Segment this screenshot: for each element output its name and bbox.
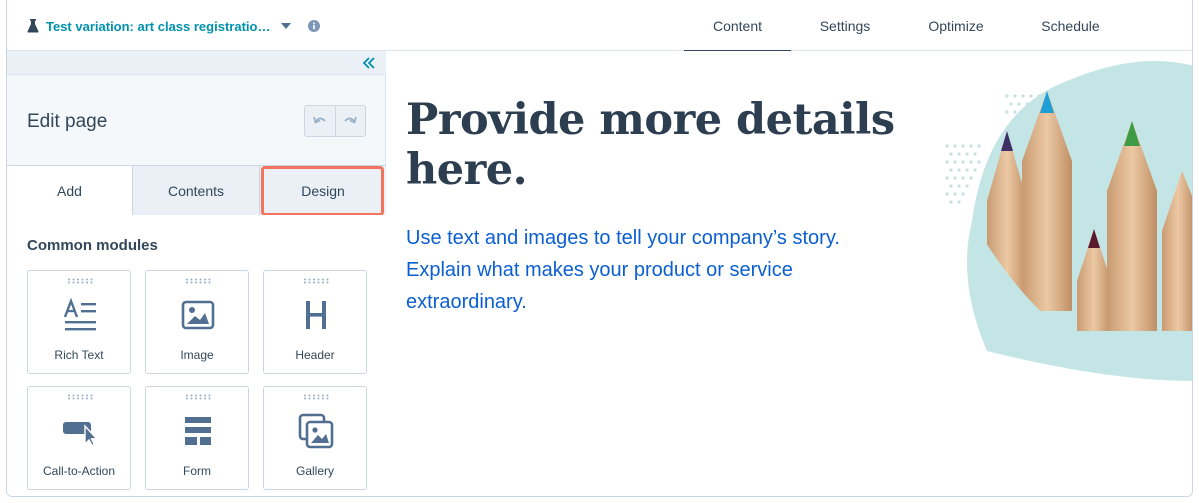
module-label: Call-to-Action [42, 464, 116, 478]
common-modules-title: Common modules [27, 237, 158, 254]
drag-handle-icon[interactable] [67, 394, 93, 400]
tab-design[interactable]: Design [260, 166, 386, 216]
preview-body-text[interactable]: Use text and images to tell your company… [406, 222, 906, 318]
tab-optimize-label: Optimize [928, 17, 984, 34]
module-rich-text[interactable]: Rich Text [27, 270, 131, 374]
tab-add-label: Add [57, 183, 82, 199]
tab-contents-label: Contents [167, 182, 225, 199]
editor-window: Test variation: art class registratio… C… [6, 0, 1193, 497]
module-header[interactable]: Header [263, 270, 367, 374]
collapse-sidebar-icon[interactable] [362, 56, 376, 70]
top-bar: Test variation: art class registratio… C… [7, 0, 1192, 52]
redo-button[interactable] [334, 106, 365, 136]
header-icon [306, 301, 326, 329]
tab-design-label: Design [301, 182, 345, 199]
edit-sidebar: Edit page Add Contents Design Common mod… [7, 51, 386, 496]
variation-title[interactable]: Test variation: art class registratio… [46, 19, 270, 34]
cta-icon [63, 422, 98, 446]
module-label: Form [183, 464, 211, 478]
tab-schedule[interactable]: Schedule [1013, 0, 1128, 51]
module-label: Gallery [295, 464, 334, 478]
drag-handle-icon[interactable] [185, 278, 211, 284]
tab-optimize[interactable]: Optimize [899, 0, 1013, 51]
rich-text-icon [63, 297, 96, 331]
colored-pencils-image[interactable] [927, 51, 1193, 497]
variation-selector[interactable]: Test variation: art class registratio… [27, 16, 321, 36]
module-gallery[interactable]: Gallery [263, 386, 367, 490]
module-label: Header [295, 348, 335, 362]
tab-content[interactable]: Content [684, 0, 791, 52]
module-image[interactable]: Image [145, 270, 249, 374]
drag-handle-icon[interactable] [185, 394, 211, 400]
sidebar-tabs: Add Contents Design [7, 165, 386, 216]
tab-settings[interactable]: Settings [791, 0, 899, 51]
undo-button[interactable] [305, 106, 335, 136]
modules-area: Common modules Rich Text Image Header Ca… [7, 215, 386, 496]
drag-handle-icon[interactable] [303, 394, 329, 400]
module-label: Rich Text [54, 348, 104, 362]
tab-content-label: Content [712, 17, 763, 34]
drag-handle-icon[interactable] [67, 278, 93, 284]
gallery-icon [298, 413, 334, 449]
drag-handle-icon[interactable] [303, 278, 329, 284]
preview-headline[interactable]: Provide more details here. [406, 95, 926, 195]
tab-schedule-label: Schedule [1041, 17, 1100, 34]
module-form[interactable]: Form [145, 386, 249, 490]
image-icon [181, 300, 215, 330]
top-nav-tabs: Content Settings Optimize Schedule [684, 0, 1128, 52]
undo-redo-group [304, 105, 366, 137]
flask-icon [27, 19, 39, 33]
tab-contents[interactable]: Contents [133, 166, 260, 216]
module-call-to-action[interactable]: Call-to-Action [27, 386, 131, 490]
module-label: Image [180, 348, 214, 362]
info-icon[interactable] [308, 20, 321, 32]
tab-add[interactable]: Add [7, 166, 133, 216]
page-preview: Provide more details here. Use text and … [387, 51, 1193, 497]
undo-icon [313, 116, 326, 124]
redo-icon [344, 116, 358, 124]
caret-down-icon[interactable] [281, 23, 292, 29]
form-icon [185, 417, 211, 445]
tab-settings-label: Settings [819, 17, 871, 34]
collapse-strip [7, 51, 386, 75]
edit-page-title: Edit page [27, 111, 108, 132]
